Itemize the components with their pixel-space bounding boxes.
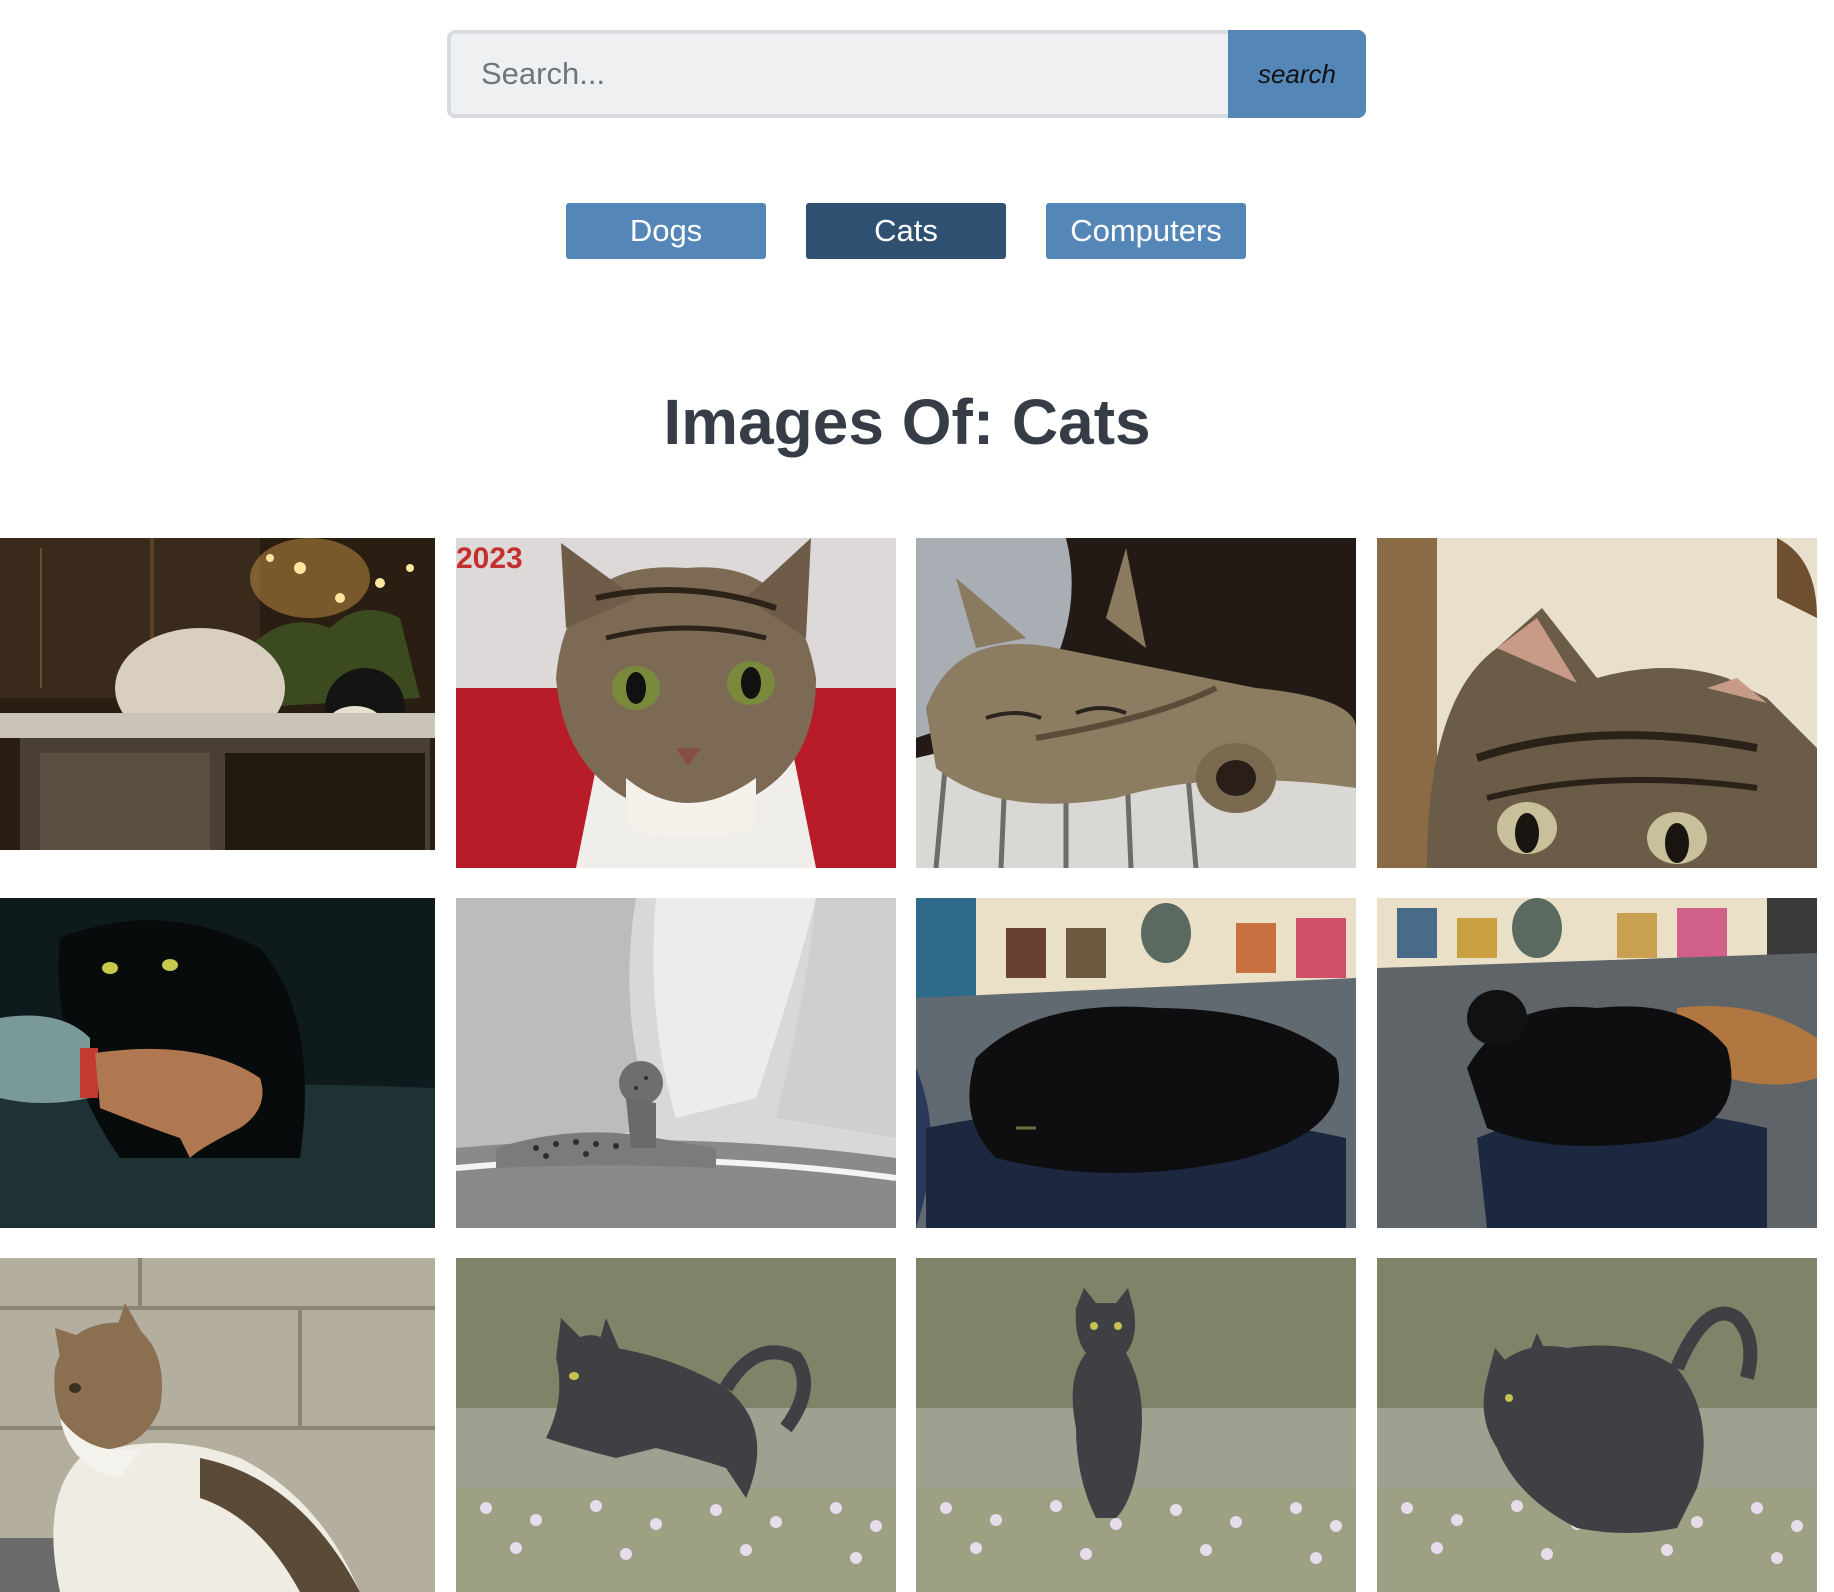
cat-photo-gray-cat-flowers: [1377, 1258, 1817, 1592]
search-bar: search: [447, 30, 1366, 118]
gallery-image-5[interactable]: [0, 898, 435, 1228]
gallery-image-2[interactable]: 2023: [456, 538, 896, 868]
cat-photo-sleeping-kitten: [916, 538, 1356, 868]
category-button-cats[interactable]: Cats: [806, 203, 1006, 259]
cat-photo-gray-cat-leaping: [456, 1258, 896, 1592]
cat-photo-tabby-white-wall: [0, 1258, 435, 1592]
gallery-image-11[interactable]: [916, 1258, 1356, 1592]
cat-photo-black-cat-backpack-1: [916, 898, 1356, 1228]
cat-photo-tabby-peeking: [1377, 538, 1817, 868]
category-buttons: Dogs Cats Computers: [0, 203, 1834, 259]
cat-photo-black-cat-hand: [0, 898, 435, 1228]
cat-photo-leopard: [456, 898, 896, 1228]
cat-photo-black-cat-backpack-2: [1377, 898, 1817, 1228]
page: search Dogs Cats Computers Images Of: Ca…: [0, 0, 1834, 1592]
search-button[interactable]: search: [1228, 30, 1366, 118]
search-input[interactable]: [447, 30, 1228, 118]
gallery-image-3[interactable]: [916, 538, 1356, 868]
cat-photo-window-lights: [0, 538, 435, 850]
gallery-image-9[interactable]: [0, 1258, 435, 1592]
cat-photo-tabby-portrait: 2023: [456, 538, 896, 868]
category-button-computers[interactable]: Computers: [1046, 203, 1246, 259]
gallery-image-6[interactable]: [456, 898, 896, 1228]
gallery-image-1[interactable]: [0, 538, 435, 850]
gallery-image-8[interactable]: [1377, 898, 1817, 1228]
cat-photo-gray-cat-running: [916, 1258, 1356, 1592]
category-button-dogs[interactable]: Dogs: [566, 203, 766, 259]
page-heading: Images Of: Cats: [663, 386, 1151, 458]
gallery-image-10[interactable]: [456, 1258, 896, 1592]
gallery-image-7[interactable]: [916, 898, 1356, 1228]
gallery-image-4[interactable]: [1377, 538, 1817, 868]
gallery-image-12[interactable]: [1377, 1258, 1817, 1592]
svg-text:2023: 2023: [456, 542, 523, 575]
